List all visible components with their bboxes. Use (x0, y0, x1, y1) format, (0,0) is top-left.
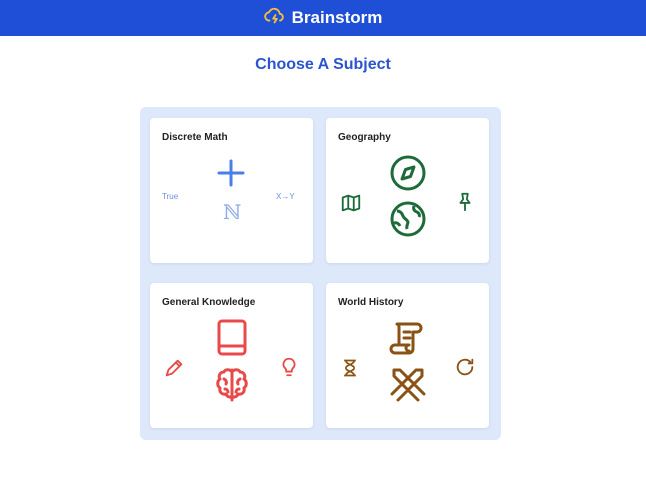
subject-title: Discrete Math (162, 132, 228, 143)
natural-numbers-icon: ℕ (223, 200, 242, 224)
subject-grid: Discrete Math True X→Y ℕ Geography Gener… (140, 107, 501, 440)
pencil-icon (165, 359, 183, 377)
swords-icon (390, 368, 426, 402)
map-icon (341, 194, 361, 212)
app-title: Brainstorm (291, 8, 383, 27)
subject-card-world-history[interactable]: World History (326, 283, 489, 428)
scroll-icon (389, 322, 423, 355)
subject-title: Geography (338, 132, 391, 143)
subject-card-discrete-math[interactable]: Discrete Math True X→Y ℕ (150, 118, 313, 263)
subject-title: General Knowledge (162, 297, 256, 308)
refresh-icon (456, 358, 474, 376)
book-icon (217, 319, 247, 356)
x-to-y-label: X→Y (276, 192, 295, 201)
subject-card-geography[interactable]: Geography (326, 118, 489, 263)
pin-icon (459, 192, 471, 212)
page-heading: Choose A Subject (255, 56, 391, 73)
compass-icon (390, 155, 426, 191)
true-label: True (162, 192, 179, 201)
globe-icon (390, 201, 426, 237)
hourglass-icon (344, 359, 356, 377)
subject-card-general-knowledge[interactable]: General Knowledge (150, 283, 313, 428)
brain-icon (216, 368, 248, 402)
cloud-lightning-icon (263, 5, 286, 32)
subject-title: World History (338, 297, 404, 308)
lightbulb-icon (282, 357, 296, 377)
brand[interactable]: Brainstorm (263, 5, 383, 32)
top-bar: Brainstorm (0, 0, 646, 36)
plus-icon (217, 159, 245, 187)
